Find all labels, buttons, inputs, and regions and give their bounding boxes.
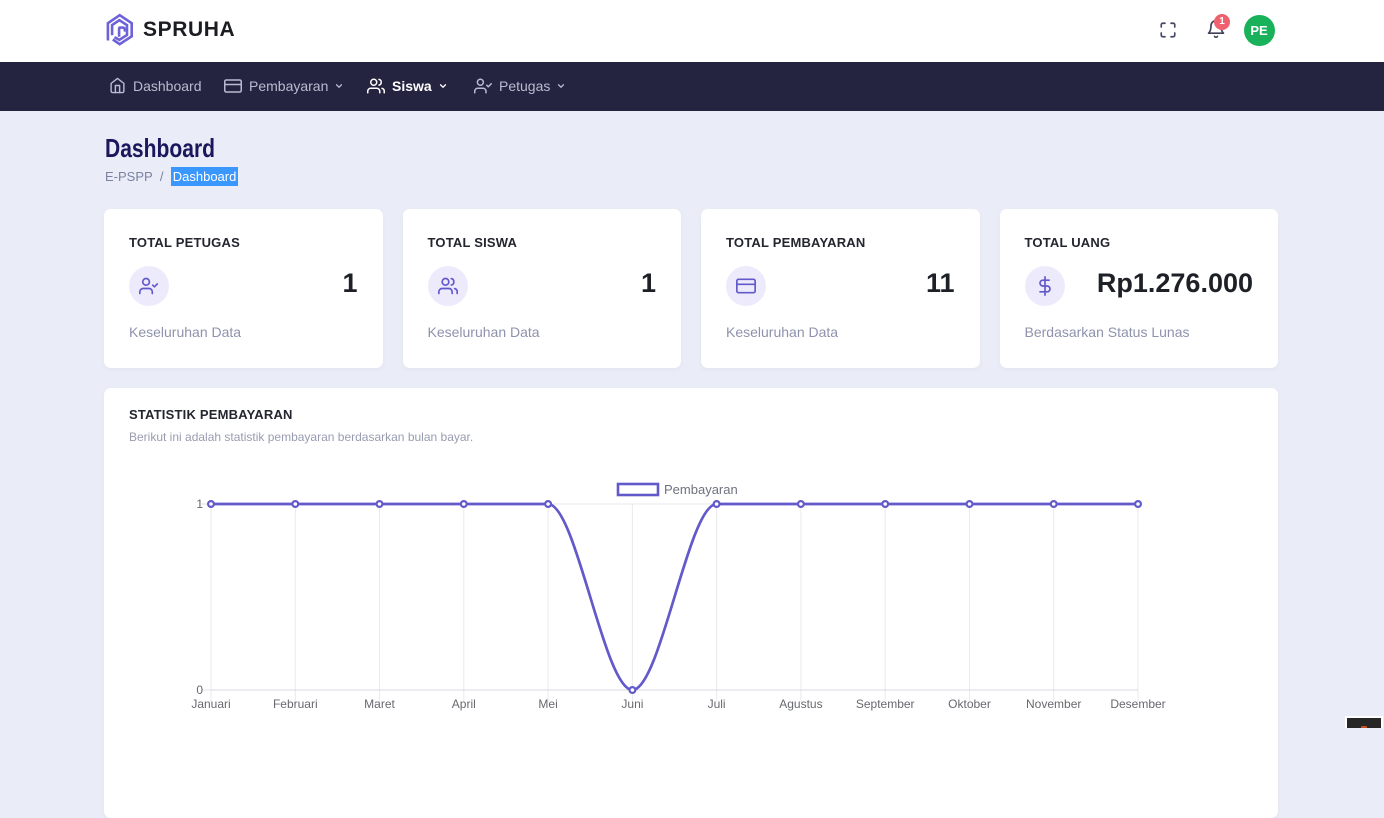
svg-text:1: 1	[196, 497, 203, 511]
svg-text:Agustus: Agustus	[779, 697, 822, 711]
svg-text:November: November	[1026, 697, 1081, 711]
svg-text:Pembayaran: Pembayaran	[664, 482, 738, 497]
svg-text:Mei: Mei	[538, 697, 557, 711]
svg-text:Januari: Januari	[191, 697, 230, 711]
svg-text:September: September	[856, 697, 915, 711]
svg-text:Oktober: Oktober	[948, 697, 991, 711]
svg-text:Februari: Februari	[273, 697, 318, 711]
svg-text:April: April	[452, 697, 476, 711]
svg-text:Juni: Juni	[621, 697, 643, 711]
svg-text:Maret: Maret	[364, 697, 395, 711]
svg-text:0: 0	[196, 683, 203, 697]
svg-text:Desember: Desember	[1110, 697, 1165, 711]
svg-text:Juli: Juli	[708, 697, 726, 711]
